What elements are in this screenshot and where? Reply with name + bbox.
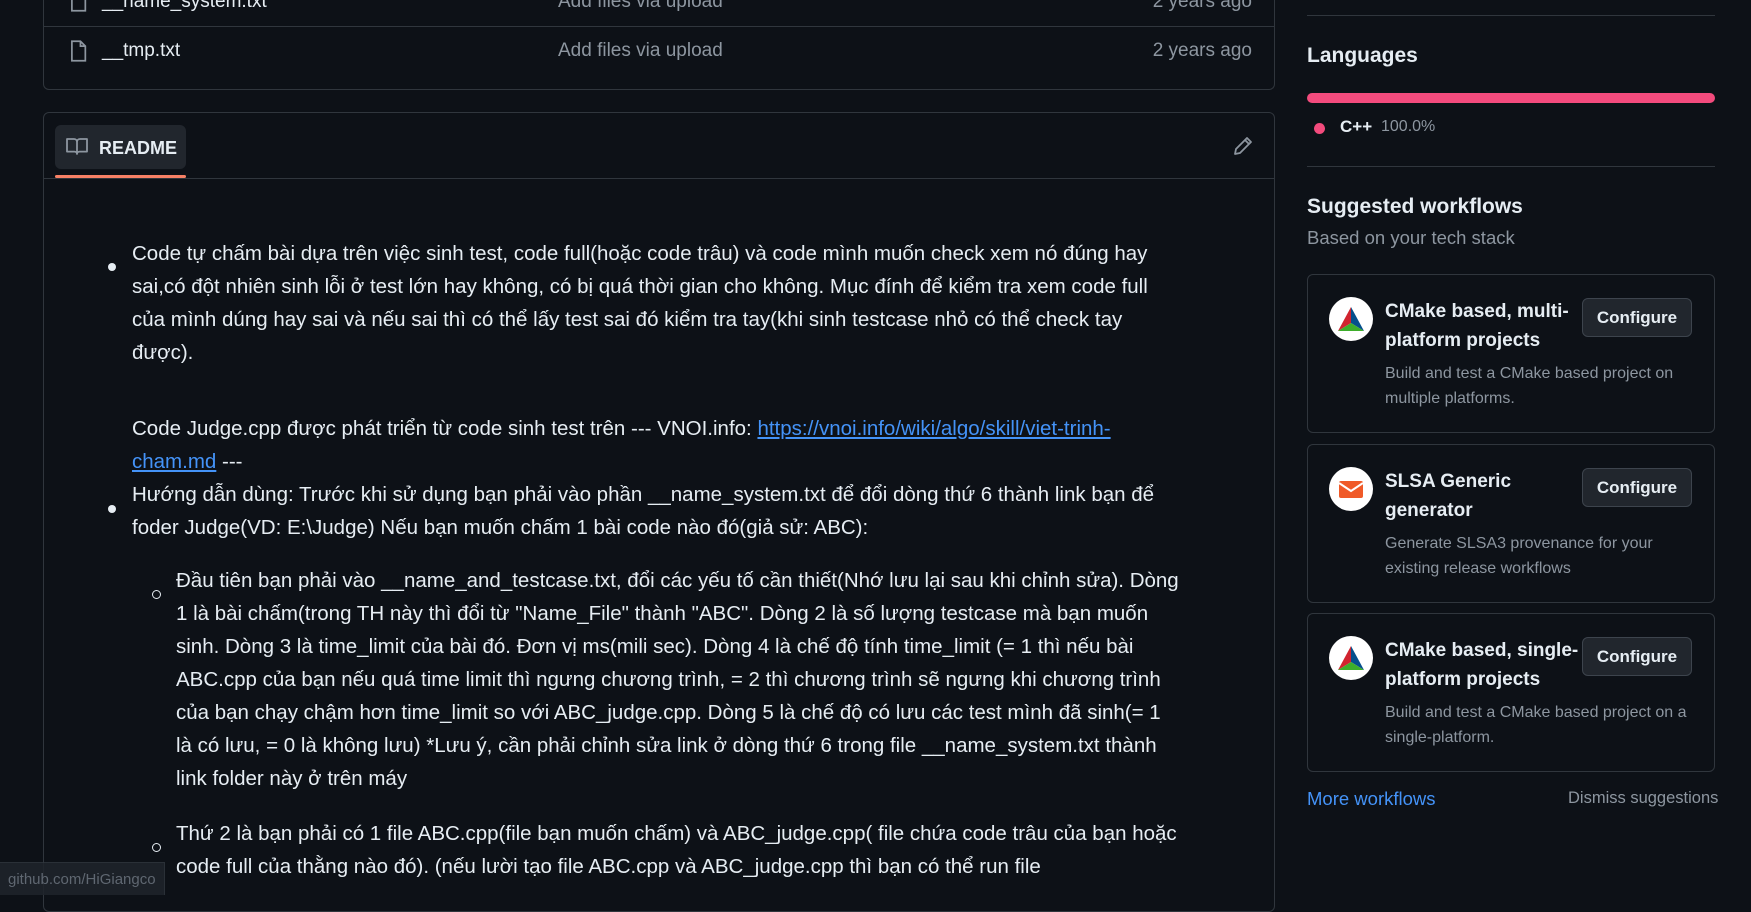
readme-paragraph: Hướng dẫn dùng: Trước khi sử dụng bạn ph…: [132, 478, 1252, 544]
configure-button[interactable]: Configure: [1582, 298, 1692, 337]
text-line: Code Judge.cpp được phát triển từ code s…: [132, 417, 758, 440]
readme-panel: README Code tự chấm bài dựa trên việc si…: [43, 112, 1275, 912]
sub-bullet: [152, 590, 161, 599]
bullet: [108, 263, 116, 271]
vnoi-link[interactable]: cham.md: [132, 450, 216, 473]
slsa-icon: [1329, 467, 1373, 511]
text-line: của mình dúng hay sai và nếu sai thì có …: [132, 308, 1123, 331]
readme-paragraph: Thứ 2 là bạn phải có 1 file ABC.cpp(file…: [176, 817, 1256, 883]
file-row[interactable]: __tmp.txt Add files via upload 2 years a…: [44, 24, 1274, 79]
workflow-description: Build and test a CMake based project on …: [1385, 365, 1674, 407]
file-list: __name_system.txt Add files via upload 2…: [43, 0, 1275, 90]
text-line: foder Judge(VD: E:\Judge) Nếu bạn muốn c…: [132, 516, 869, 539]
text-line: ---: [216, 450, 243, 473]
workflow-card: CMake based, multi-platform projects Bui…: [1307, 274, 1715, 433]
workflow-card: CMake based, single-platform projects Bu…: [1307, 613, 1715, 772]
file-icon: [71, 40, 87, 62]
book-icon: [66, 138, 88, 155]
bullet: [108, 505, 116, 513]
configure-button[interactable]: Configure: [1582, 637, 1692, 676]
workflow-title: CMake based, multi-platform projects: [1385, 301, 1569, 351]
text-line: sinh. Dòng 3 là time_limit của bài đó. Đ…: [176, 635, 1134, 658]
divider: [1307, 15, 1715, 16]
pencil-icon[interactable]: [1232, 135, 1254, 157]
text-line: Đầu tiên bạn phải vào __name_and_testcas…: [176, 569, 1179, 592]
commit-message[interactable]: Add files via upload: [558, 0, 723, 13]
text-line: là có lưu, = 0 là không lưu) *Lưu ý, cần…: [176, 734, 1157, 757]
commit-age: 2 years ago: [1152, 0, 1252, 12]
vnoi-link[interactable]: https://vnoi.info/wiki/algo/skill/viet-t…: [757, 417, 1110, 440]
file-icon: [71, 0, 87, 12]
cmake-icon: [1329, 636, 1373, 680]
readme-paragraph: Đầu tiên bạn phải vào __name_and_testcas…: [176, 564, 1256, 795]
commit-message[interactable]: Add files via upload: [558, 40, 723, 62]
language-bar: [1307, 93, 1715, 103]
text-line: code full của thằng nào đó). (nếu lười t…: [176, 855, 1041, 878]
workflow-card: SLSA Generic generator Generate SLSA3 pr…: [1307, 444, 1715, 603]
active-tab-indicator: [55, 175, 186, 178]
text-line: Thứ 2 là bạn phải có 1 file ABC.cpp(file…: [176, 822, 1177, 845]
workflows-subheading: Based on your tech stack: [1307, 227, 1515, 248]
more-workflows-link[interactable]: More workflows: [1307, 788, 1436, 810]
file-name[interactable]: __tmp.txt: [102, 40, 180, 62]
language-name[interactable]: C++: [1340, 117, 1372, 137]
language-color-dot: [1314, 123, 1325, 134]
workflow-title: CMake based, single-platform projects: [1385, 640, 1579, 690]
dismiss-suggestions-button[interactable]: Dismiss suggestions: [1568, 789, 1718, 808]
file-row[interactable]: __name_system.txt Add files via upload 2…: [44, 0, 1274, 27]
commit-age: 2 years ago: [1152, 40, 1252, 61]
text-line: Code tự chấm bài dựa trên việc sinh test…: [132, 242, 1148, 265]
text-line: 1 là bài chấm(trong TH này thì đổi từ "N…: [176, 602, 1149, 625]
text-line: link folder này ở trên máy: [176, 767, 408, 790]
text-line: ABC.cpp của bạn nếu quá time limit thì n…: [176, 668, 1161, 691]
configure-button[interactable]: Configure: [1582, 468, 1692, 507]
text-line: của bạn chạy chậm hơn time_limit so với …: [176, 701, 1161, 724]
workflow-title: SLSA Generic generator: [1385, 471, 1512, 521]
text-line: Hướng dẫn dùng: Trước khi sử dụng bạn ph…: [132, 483, 1155, 506]
readme-tab-label: README: [99, 138, 178, 158]
text-line: được).: [132, 341, 194, 364]
sub-bullet: [152, 843, 161, 852]
language-percent[interactable]: 100.0%: [1381, 118, 1435, 136]
readme-tab[interactable]: README: [55, 125, 186, 169]
text-line: sai,có đột nhiên sinh lỗi ở test lớn hay…: [132, 275, 1148, 298]
workflow-description: Build and test a CMake based project on …: [1385, 704, 1687, 746]
readme-paragraph: Code tự chấm bài dựa trên việc sinh test…: [132, 237, 1252, 369]
cmake-icon: [1329, 297, 1373, 341]
status-bar-url: github.com/HiGiangco: [0, 862, 165, 895]
readme-paragraph: Code Judge.cpp được phát triển từ code s…: [132, 412, 1252, 478]
divider: [1307, 166, 1715, 167]
readme-header: README: [44, 113, 1274, 179]
languages-heading: Languages: [1307, 44, 1418, 67]
workflow-description: Generate SLSA3 provenance for your exist…: [1385, 535, 1653, 577]
file-name[interactable]: __name_system.txt: [102, 0, 267, 13]
workflows-heading: Suggested workflows: [1307, 195, 1523, 218]
